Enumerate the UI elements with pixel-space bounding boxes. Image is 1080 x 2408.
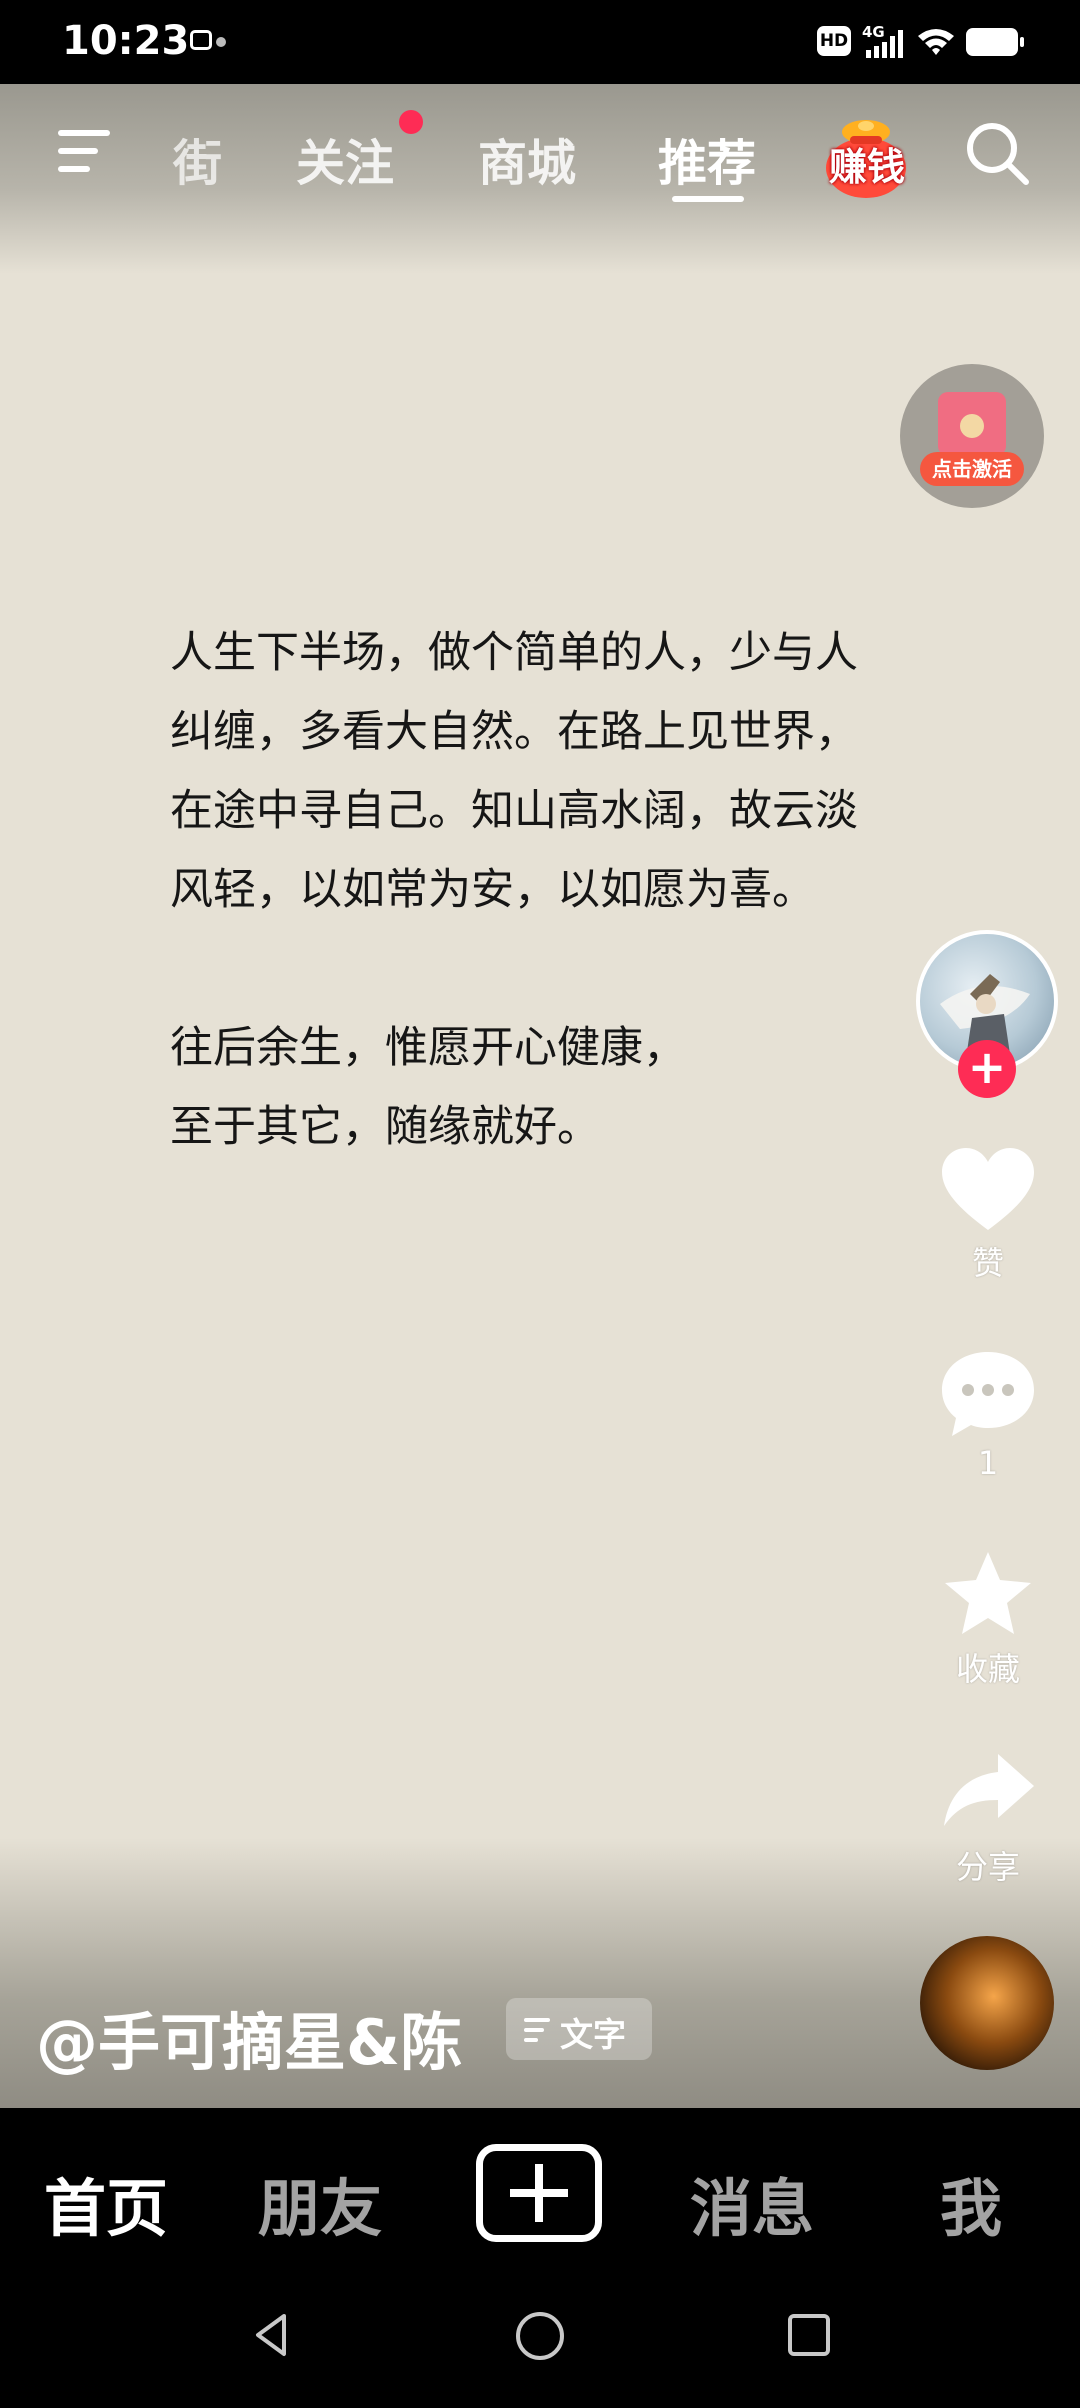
comment-count: 1 xyxy=(977,1444,999,1482)
post-text-line: 在途中寻自己。知山高水阔，故云淡 xyxy=(170,786,858,836)
post-text-line: 纠缠，多看大自然。在路上见世界， xyxy=(170,707,858,757)
tab-street[interactable]: 街 xyxy=(152,124,222,195)
like-label: 赞 xyxy=(971,1244,1004,1282)
search-icon[interactable] xyxy=(962,118,1032,188)
hd-voice-icon: HD xyxy=(817,26,851,56)
tab-friends[interactable]: 朋友 xyxy=(258,2158,382,2248)
following-unread-dot xyxy=(399,110,423,134)
collect-button[interactable]: 收藏 xyxy=(928,1548,1048,1690)
create-post-button[interactable] xyxy=(476,2144,602,2242)
text-lines-icon xyxy=(524,2018,550,2042)
earn-money-label[interactable]: 赚钱 xyxy=(824,136,910,191)
notification-dot-icon xyxy=(216,37,226,47)
star-icon xyxy=(945,1552,1031,1634)
tab-messages[interactable]: 消息 xyxy=(690,2158,814,2248)
back-icon[interactable] xyxy=(248,2310,298,2360)
share-label: 分享 xyxy=(955,1848,1020,1886)
top-navigation: 街 关注 商城 推荐 赚钱 xyxy=(0,84,1080,214)
status-bar: 10:23 HD 4G xyxy=(0,0,1080,84)
tab-following[interactable]: 关注 xyxy=(296,124,394,195)
like-button[interactable]: 赞 xyxy=(928,1144,1048,1284)
tab-recommend[interactable]: 推荐 xyxy=(658,124,756,195)
video-feed[interactable]: 街 关注 商城 推荐 赚钱 点击激活 人生下半场，做个简单的人，少与人 纠缠，多… xyxy=(0,84,1080,2108)
post-text-line: 往后余生，惟愿开心健康， xyxy=(170,1023,686,1073)
follow-plus-button[interactable]: + xyxy=(958,1040,1016,1098)
collect-label: 收藏 xyxy=(955,1650,1020,1688)
post-text-line: 至于其它，随缘就好。 xyxy=(170,1102,600,1152)
share-button[interactable]: 分享 xyxy=(928,1748,1048,1888)
active-tab-indicator xyxy=(672,196,744,202)
cellular-signal-icon: 4G xyxy=(862,23,903,58)
text-tag-label: 文字 xyxy=(560,2015,626,2054)
network-type-label: 4G xyxy=(862,23,885,41)
activate-reward-badge[interactable]: 点击激活 xyxy=(900,364,1044,508)
app-screen: 10:23 HD 4G 街 关注 商城 推荐 赚钱 点击激活 人生下半场，做个简… xyxy=(0,0,1080,2408)
bottom-navigation: 首页 朋友 消息 我 xyxy=(0,2108,1080,2288)
tab-me[interactable]: 我 xyxy=(940,2158,1002,2248)
text-type-tag[interactable]: 文字 xyxy=(506,1998,652,2060)
post-text-line: 风轻，以如常为安，以如愿为喜。 xyxy=(170,865,815,915)
post-text-line: 人生下半场，做个简单的人，少与人 xyxy=(170,628,858,678)
wifi-icon xyxy=(918,29,954,55)
author-name[interactable]: @手可摘星&陈 xyxy=(36,1992,462,2082)
activate-label: 点击激活 xyxy=(920,452,1024,486)
post-text: 人生下半场，做个简单的人，少与人 纠缠，多看大自然。在路上见世界， 在途中寻自己… xyxy=(170,614,910,1167)
share-arrow-icon xyxy=(944,1754,1034,1826)
heart-icon xyxy=(942,1148,1034,1230)
system-navigation-bar xyxy=(0,2288,1080,2408)
recents-square-icon[interactable] xyxy=(788,2314,830,2356)
comment-button[interactable]: 1 xyxy=(928,1348,1048,1482)
menu-icon[interactable] xyxy=(52,126,114,178)
comment-icon xyxy=(942,1352,1034,1436)
battery-icon xyxy=(966,28,1024,56)
red-envelope-icon xyxy=(938,392,1006,456)
notification-icon xyxy=(190,30,212,50)
tab-mall[interactable]: 商城 xyxy=(478,124,576,195)
home-circle-icon[interactable] xyxy=(516,2312,564,2360)
tab-home[interactable]: 首页 xyxy=(44,2158,168,2248)
status-time: 10:23 xyxy=(62,18,190,64)
music-disc[interactable] xyxy=(920,1936,1054,2070)
